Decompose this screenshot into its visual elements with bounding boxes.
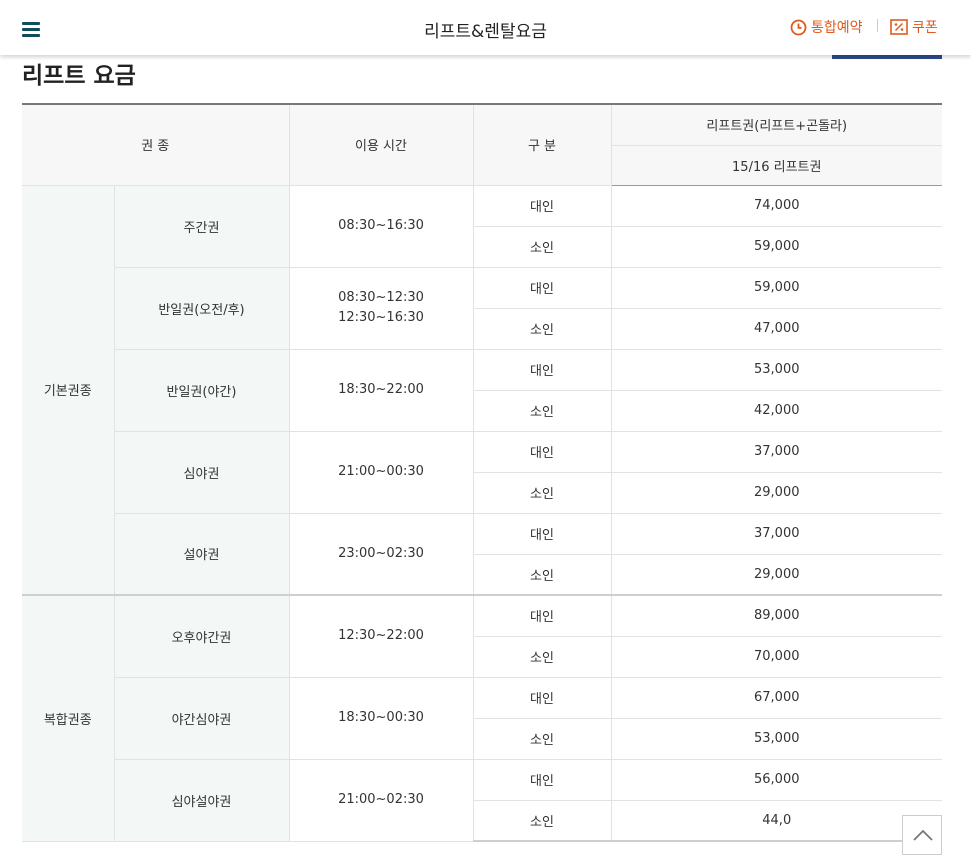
price-cell: 67,000 <box>610 676 942 719</box>
ticket-name-cell: 심야설야권 <box>114 758 290 842</box>
division-cell: 소인 <box>473 307 612 350</box>
header-lift-group: 리프트권(리프트+곤돌라) <box>610 103 942 146</box>
table-row: 복합권종 오후야간권 12:30~22:00 대인 89,000 <box>22 594 942 842</box>
lift-price-table: 권 종 이용 시간 구 분 리프트권(리프트+곤돌라) 15/16 리프트권 기… <box>22 103 942 842</box>
price-cell: 56,000 <box>610 758 942 801</box>
hamburger-icon[interactable] <box>22 22 40 38</box>
division-cell: 소인 <box>473 225 612 268</box>
usage-time-line: 12:30~16:30 <box>338 310 424 325</box>
header-ticket-type: 권 종 <box>22 103 290 186</box>
usage-time-line: 23:00~02:30 <box>338 545 424 561</box>
table-row: 반일권(오전/후) 08:30~12:30 12:30~16:30 대인 59,000 <box>22 266 942 350</box>
page-title: 리프트 요금 <box>22 63 136 89</box>
category-cell: 기본권종 <box>22 184 115 596</box>
ticket-name-cell: 심야권 <box>114 430 290 514</box>
price-cell: 53,000 <box>610 348 942 391</box>
division-cell: 대인 <box>472 266 612 309</box>
price-cell: 29,000 <box>610 471 942 514</box>
coupon-link[interactable]: 쿠폰 <box>890 17 938 37</box>
price-cell: 42,000 <box>610 389 942 432</box>
price-cell: 70,000 <box>610 635 942 678</box>
category-cell: 복합권종 <box>22 594 115 842</box>
header-division: 구 분 <box>472 103 612 186</box>
usage-time-cell: 08:30~12:30 12:30~16:30 <box>288 266 474 350</box>
header-season: 15/16 리프트권 <box>611 144 942 186</box>
usage-time-cell: 21:00~00:30 <box>288 430 474 514</box>
table-row: 야간심야권 18:30~00:30 대인 67,000 <box>22 676 942 760</box>
division-cell: 대인 <box>472 184 612 227</box>
percent-coupon-icon <box>890 19 908 35</box>
division-cell: 대인 <box>472 512 612 555</box>
usage-time-cell: 08:30~16:30 <box>288 184 474 268</box>
table-row: 심야설야권 21:00~02:30 대인 56,000 <box>22 758 942 842</box>
price-cell: 44,0 <box>610 799 942 842</box>
ticket-name-cell: 주간권 <box>113 184 290 268</box>
clock-icon <box>790 19 807 35</box>
usage-time-cell: 21:00~02:30 <box>288 758 474 842</box>
division-cell: 대인 <box>472 430 612 473</box>
table-row: 심야권 21:00~00:30 대인 37,000 <box>22 430 942 514</box>
usage-time-cell: 12:30~22:00 <box>288 594 474 678</box>
price-cell: 37,000 <box>610 430 942 473</box>
usage-time-line: 21:00~00:30 <box>338 464 424 479</box>
price-cell: 89,000 <box>610 594 942 637</box>
division-cell: 대인 <box>472 676 612 719</box>
usage-time-cell: 18:30~22:00 <box>288 348 474 432</box>
price-cell: 59,000 <box>610 266 942 309</box>
scroll-top-button[interactable] <box>902 815 942 855</box>
table-row: 설야권 23:00~02:30 대인 37,000 <box>22 512 942 596</box>
division-cell: 소인 <box>473 471 612 514</box>
usage-time-line: 21:00~02:30 <box>338 792 424 807</box>
usage-time-line: 18:30~00:30 <box>338 710 424 725</box>
division-cell: 소인 <box>473 389 612 432</box>
table-row: 기본권종 주간권 08:30~16:30 대인 74,000 <box>22 184 942 596</box>
price-cell: 53,000 <box>610 717 942 760</box>
reservation-label: 통합예약 <box>811 20 863 36</box>
usage-time-cell: 18:30~00:30 <box>288 676 474 760</box>
division-cell: 소인 <box>473 553 612 596</box>
coupon-label: 쿠폰 <box>912 20 938 36</box>
usage-time-line: 18:30~22:00 <box>338 382 424 397</box>
top-header: 리프트&렌탈요금 통합예약 쿠폰 <box>0 0 971 55</box>
active-tab-indicator <box>832 55 942 59</box>
reservation-link[interactable]: 통합예약 <box>790 17 863 37</box>
usage-time-line: 12:30~22:00 <box>338 628 424 644</box>
division-cell: 대인 <box>472 758 612 801</box>
price-cell: 29,000 <box>610 553 942 596</box>
usage-time-cell: 23:00~02:30 <box>288 512 474 596</box>
ticket-name-cell: 반일권(오전/후) <box>114 266 290 350</box>
division-cell: 소인 <box>473 717 612 760</box>
division-cell: 소인 <box>473 799 612 842</box>
table-row: 반일권(야간) 18:30~22:00 대인 53,000 <box>22 348 942 432</box>
ticket-name-cell: 오후야간권 <box>113 594 290 678</box>
usage-time-line: 08:30~12:30 <box>338 290 424 305</box>
price-cell: 74,000 <box>610 184 942 227</box>
usage-time-line: 08:30~16:30 <box>338 218 424 233</box>
ticket-name-cell: 반일권(야간) <box>114 348 290 432</box>
header-usage-time: 이용 시간 <box>288 103 474 186</box>
division-cell: 대인 <box>472 594 612 637</box>
division-cell: 소인 <box>473 635 612 678</box>
price-cell: 37,000 <box>610 512 942 555</box>
price-cell: 59,000 <box>610 225 942 268</box>
chevron-up-icon <box>913 829 933 841</box>
ticket-name-cell: 야간심야권 <box>114 676 290 760</box>
header-divider <box>877 19 878 32</box>
price-cell: 47,000 <box>610 307 942 350</box>
division-cell: 대인 <box>472 348 612 391</box>
ticket-name-cell: 설야권 <box>114 512 290 596</box>
